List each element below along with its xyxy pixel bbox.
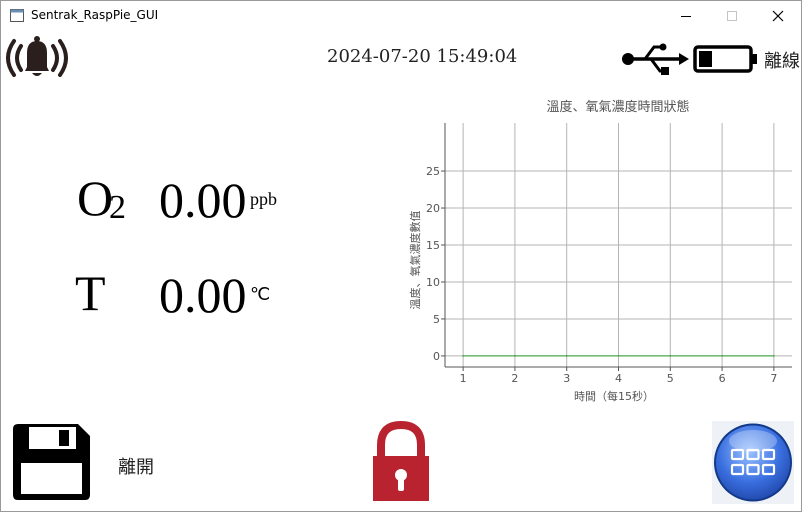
chart-y-tick-label: 5 — [433, 313, 440, 326]
floppy-disk-icon[interactable] — [10, 422, 93, 502]
chart-y-tick-label: 10 — [426, 276, 440, 289]
chart-y-tick-label: 25 — [426, 165, 440, 178]
battery-low-icon — [693, 45, 757, 73]
chart-x-tick-label: 2 — [511, 372, 518, 385]
app-window-icon — [10, 9, 24, 22]
chart-data-point — [565, 355, 568, 357]
chart-y-axis-label: 溫度、氧氣濃度數值 — [408, 211, 422, 310]
current-datetime: 2024-07-20 15:49:04 — [327, 46, 518, 67]
o2-label-subscript: 2 — [109, 189, 126, 226]
chart-data-point — [721, 355, 723, 357]
chart-data-point — [462, 355, 464, 357]
chart-title: 溫度、氧氣濃度時間狀態 — [546, 99, 689, 115]
chart-x-tick-label: 6 — [719, 372, 726, 385]
connection-status: 離線 — [764, 51, 800, 72]
title-bar[interactable]: Sentrak_RaspPie_GUI — [1, 1, 801, 31]
temperature-unit: ℃ — [250, 284, 271, 304]
chart-x-tick-label: 3 — [563, 372, 570, 385]
chart-data-point — [669, 355, 672, 357]
chart-data-point — [617, 355, 620, 357]
exit-label[interactable]: 離開 — [118, 453, 154, 479]
chart-grid — [445, 123, 792, 367]
chart-tick-labels: 1 2 3 4 5 6 7 0 5 10 15 20 25 — [426, 165, 777, 385]
chart-series-group — [462, 355, 775, 357]
window-title: Sentrak_RaspPie_GUI — [31, 8, 159, 22]
usb-icon — [622, 43, 689, 75]
temperature-value: 0.00 — [159, 267, 247, 323]
chart-x-tick-label: 5 — [667, 372, 674, 385]
chart-y-tick-label: 0 — [433, 350, 440, 363]
o2-value: 0.00 — [159, 172, 247, 228]
chart-data-point — [514, 355, 516, 357]
chart-y-tick-label: 15 — [426, 239, 440, 252]
alarm-bell-icon[interactable] — [1, 34, 73, 82]
chart-x-tick-label: 7 — [770, 372, 777, 385]
o2-label: O — [77, 170, 114, 226]
temperature-label: T — [75, 265, 106, 321]
chart-x-tick-label: 1 — [460, 372, 467, 385]
maximize-icon[interactable] — [709, 1, 755, 31]
chart-data-point — [773, 355, 775, 357]
status-chart: 溫度、氧氣濃度時間狀態 1 2 3 4 5 6 7 0 5 10 15 20 25 時間（每15秒） 溫… — [408, 99, 792, 403]
grid-menu-icon[interactable] — [712, 421, 794, 504]
chart-y-tick-label: 20 — [426, 202, 440, 215]
minimize-icon[interactable] — [663, 1, 709, 31]
chart-axes — [441, 123, 792, 371]
o2-unit: ppb — [250, 189, 277, 209]
close-icon[interactable] — [755, 1, 801, 31]
padlock-icon[interactable] — [372, 421, 430, 503]
app-window: Sentrak_RaspPie_GUI 2024-07-20 15:49:04 — [0, 0, 802, 512]
chart-x-axis-label: 時間（每15秒） — [574, 389, 654, 403]
chart-x-tick-label: 4 — [615, 372, 622, 385]
